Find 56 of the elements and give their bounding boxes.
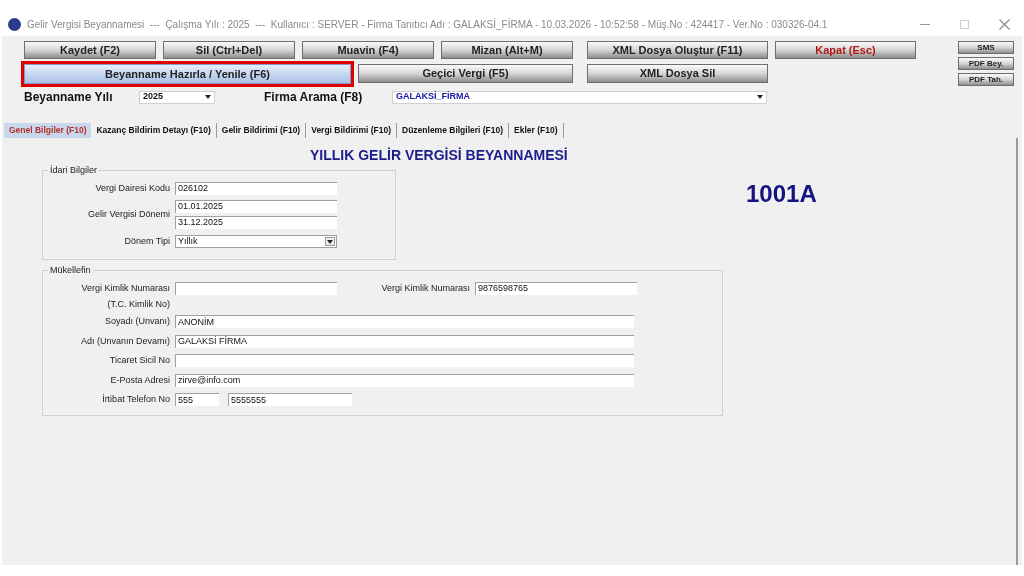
text-field[interactable]: GALAKSİ FİRMA xyxy=(175,334,634,348)
field-label: E-Posta Adresi xyxy=(109,373,171,387)
close-icon[interactable] xyxy=(999,18,1010,30)
phone-area-field[interactable]: 555 xyxy=(175,393,219,407)
side-button[interactable]: SMS xyxy=(958,41,1014,54)
field-label: İrtibat Telefon No xyxy=(101,393,171,406)
text-field[interactable]: zirve@info.com xyxy=(175,373,634,387)
tab[interactable]: Vergi Bildirimi (F10) xyxy=(306,123,397,138)
field-label: Firma Arama (F8) xyxy=(264,89,364,106)
group-title: Mükellefin xyxy=(49,263,92,277)
text-field[interactable]: 026102 xyxy=(175,181,337,195)
field-label: Beyanname Yılı xyxy=(24,89,114,106)
toolbar-button[interactable]: Beyanname Hazırla / Yenile (F6) xyxy=(24,64,351,84)
toolbar-button[interactable]: Geçici Vergi (F5) xyxy=(358,64,573,83)
form-title: YILLIK GELİR VERGİSİ BEYANNAMESİ xyxy=(310,146,568,165)
side-button[interactable]: PDF Tah. xyxy=(958,73,1014,86)
dropdown-field[interactable]: Yıllık xyxy=(175,235,337,249)
toolbar-button[interactable]: Mizan (Alt+M) xyxy=(441,41,573,59)
toolbar-button[interactable]: XML Dosya Sil xyxy=(587,64,768,83)
toolbar-button[interactable]: Kapat (Esc) xyxy=(775,41,916,59)
app-logo-icon xyxy=(8,17,21,31)
field-label: Vergi Kimlik Numarası xyxy=(381,282,471,295)
field-label: Dönem Tipi xyxy=(123,235,171,248)
date-field[interactable]: 31.12.2025 xyxy=(175,216,337,229)
field-label: Vergi Dairesi Kodu xyxy=(94,181,171,195)
tab[interactable]: Ekler (F10) xyxy=(509,123,564,138)
tab[interactable]: Gelir Bildirimi (F10) xyxy=(216,123,307,138)
text-field[interactable] xyxy=(175,282,337,295)
toolbar-button[interactable]: XML Dosya Oluştur (F11) xyxy=(587,41,768,59)
text-field[interactable]: ANONİM xyxy=(175,315,634,329)
minimize-icon[interactable] xyxy=(920,23,930,25)
tab[interactable]: Kazanç Bildirim Detayı (F10) xyxy=(91,123,217,138)
text-field[interactable] xyxy=(175,354,634,368)
phone-number-field[interactable]: 5555555 xyxy=(228,393,352,407)
field-label: Vergi Kimlik Numarası xyxy=(81,282,170,295)
field-label: Gelir Vergisi Dönemi xyxy=(86,207,171,221)
tab[interactable]: Genel Bilgiler (F10) xyxy=(4,123,92,138)
toolbar-button[interactable]: Kaydet (F2) xyxy=(24,41,156,59)
field-label: (T.C. Kimlik No) xyxy=(107,297,170,311)
field-label: Soyadı (Unvanı) xyxy=(103,315,171,328)
toolbar-button[interactable]: Muavin (F4) xyxy=(302,41,434,59)
form-code: 1001A xyxy=(746,179,817,209)
window-title: Gelir Vergisi Beyannamesi --- Çalışma Yılı : 2025 --- Kullanıcı : SERVER - Firma Tanıtıcı Adı : GALAKSİ_FİRMA - 10.03.2026 - 10:52:58 - Müş.No : 424417 - Ver.No : 030326-04.1 xyxy=(27,17,828,32)
dropdown-arrow-icon[interactable] xyxy=(757,95,763,99)
field-label: Ticaret Sicil No xyxy=(108,354,171,367)
text-field[interactable]: 9876598765 xyxy=(475,282,637,295)
group-title: İdari Bilgiler xyxy=(49,164,99,177)
dropdown-arrow-icon[interactable] xyxy=(325,237,335,247)
dropdown-field[interactable]: 2025 xyxy=(139,90,215,104)
dropdown-arrow-icon[interactable] xyxy=(205,95,211,99)
date-field[interactable]: 01.01.2025 xyxy=(175,200,337,213)
side-button[interactable]: PDF Bey. xyxy=(958,57,1014,70)
dropdown-field[interactable]: GALAKSİ_FİRMA xyxy=(392,90,767,104)
toolbar-button[interactable]: Sil (Ctrl+Del) xyxy=(163,41,295,59)
field-label: Adı (Unvanın Devamı) xyxy=(79,334,171,348)
tab[interactable]: Düzenleme Bilgileri (F10) xyxy=(397,123,510,138)
